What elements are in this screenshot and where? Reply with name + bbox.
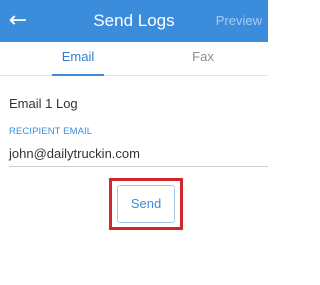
active-tab-indicator xyxy=(52,74,104,76)
app-bar: ← Send Logs Preview xyxy=(0,0,268,42)
tab-bar: Email Fax xyxy=(0,42,268,76)
back-arrow-icon[interactable]: ← xyxy=(6,8,30,34)
log-label: Email 1 Log xyxy=(9,96,78,111)
field-underline xyxy=(9,166,268,167)
recipient-email-field[interactable]: john@dailytruckin.com xyxy=(9,146,140,161)
send-button[interactable]: Send xyxy=(117,185,175,223)
preview-button[interactable]: Preview xyxy=(216,0,262,42)
recipient-email-label: RECIPIENT EMAIL xyxy=(9,126,93,137)
tab-email[interactable]: Email xyxy=(40,42,116,76)
tab-fax[interactable]: Fax xyxy=(168,42,238,76)
